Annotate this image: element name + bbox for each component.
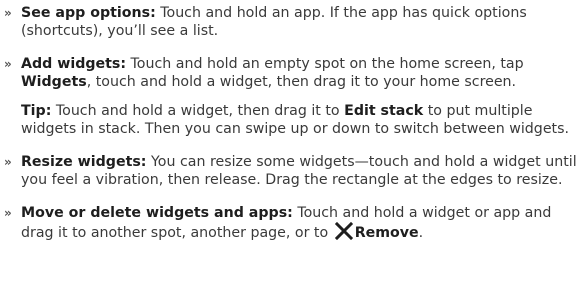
bullet-marker: » — [4, 206, 12, 220]
remove-label: Remove — [354, 225, 419, 241]
item-end: . — [418, 225, 424, 241]
list-item-resize-widgets: » Resize widgets: You can resize some wi… — [0, 153, 583, 189]
item-title: Resize widgets: — [21, 154, 147, 170]
list-item-move-delete: » Move or delete widgets and apps: Touch… — [0, 204, 583, 242]
list-item-app-options: » See app options: Touch and hold an app… — [0, 4, 583, 40]
tip-paragraph: Tip: Touch and hold a widget, then drag … — [0, 102, 583, 138]
bullet-marker: » — [4, 57, 12, 71]
bullet-marker: » — [4, 6, 12, 20]
bullet-marker: » — [4, 155, 12, 169]
item-title: Add widgets: — [21, 56, 127, 72]
tip-text: Touch and hold a widget, then drag it to — [51, 103, 345, 119]
tip-title: Tip: — [21, 103, 52, 119]
list-item-add-widgets: » Add widgets: Touch and hold an empty s… — [0, 55, 583, 91]
item-title: Move or delete widgets and apps: — [21, 205, 293, 221]
document-body: » See app options: Touch and hold an app… — [0, 4, 583, 257]
item-title: See app options: — [21, 5, 156, 21]
item-text: Touch and hold an empty spot on the home… — [126, 56, 524, 72]
widgets-label: Widgets — [21, 74, 87, 90]
close-x-icon — [334, 222, 353, 240]
item-text: , touch and hold a widget, then drag it … — [86, 74, 517, 90]
edit-stack-label: Edit stack — [344, 103, 424, 119]
